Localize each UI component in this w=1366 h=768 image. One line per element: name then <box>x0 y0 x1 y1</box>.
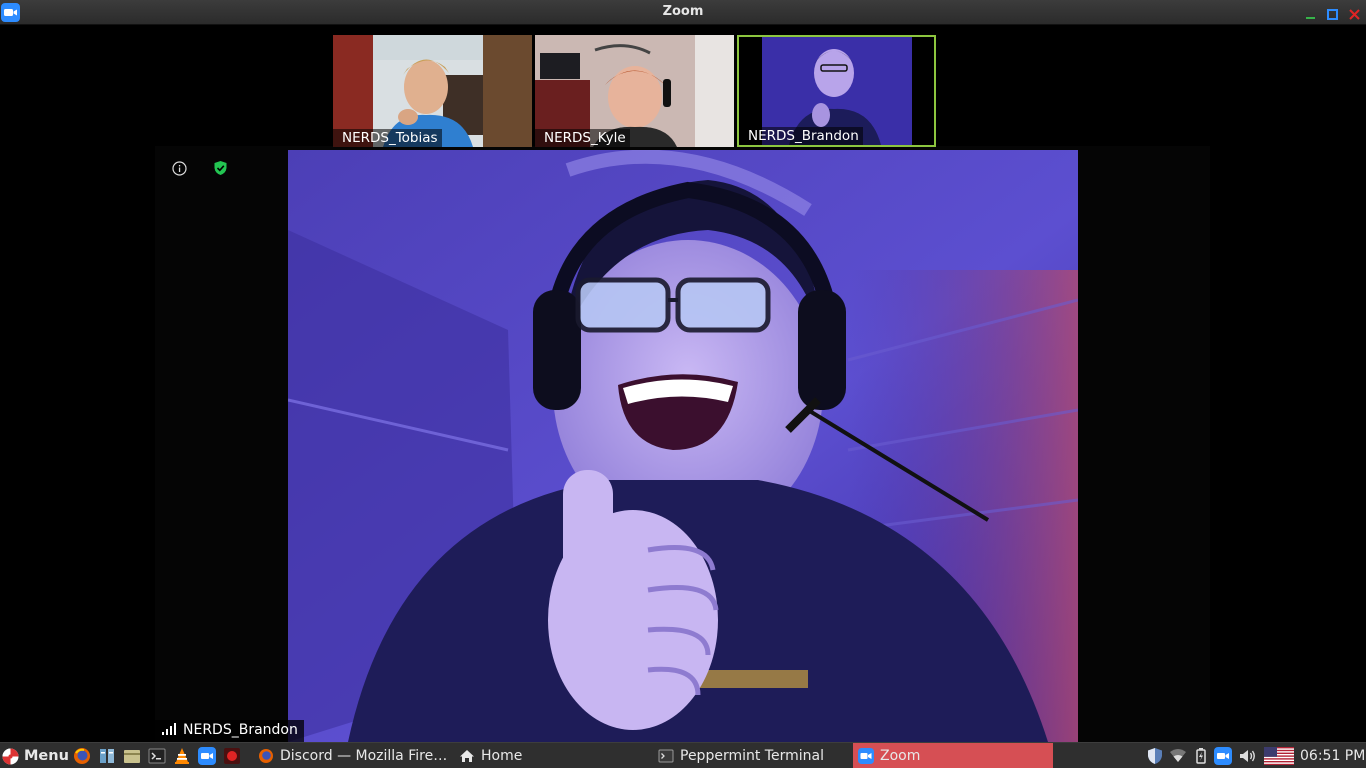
task-home[interactable]: Home <box>454 743 644 768</box>
meeting-stage: NERDS_Tobias NERDS_Kyle NERDS_Brandon NE… <box>0 26 1366 742</box>
terminal-icon[interactable] <box>148 747 166 765</box>
task-label: Peppermint Terminal <box>680 748 824 764</box>
info-icon[interactable] <box>172 161 187 176</box>
task-label: Discord — Mozilla Fire… <box>280 748 448 764</box>
close-button[interactable] <box>1348 6 1361 20</box>
menu-label: Menu <box>24 748 69 764</box>
participant-thumbnail-brandon[interactable]: NERDS_Brandon <box>737 35 936 147</box>
minimize-button[interactable] <box>1304 6 1317 19</box>
task-label: Home <box>481 748 523 764</box>
zoom-tray-icon[interactable] <box>1214 747 1232 765</box>
peppermint-logo-icon <box>2 748 19 764</box>
screen-recorder-icon[interactable] <box>223 747 241 765</box>
shield-icon[interactable] <box>1146 747 1164 765</box>
vlc-icon[interactable] <box>173 747 191 765</box>
terminal-icon <box>658 749 674 763</box>
task-peppermint-terminal[interactable]: Peppermint Terminal <box>653 743 849 768</box>
volume-icon[interactable] <box>1238 747 1256 765</box>
task-zoom[interactable]: Zoom <box>853 743 1053 768</box>
battery-icon[interactable] <box>1192 747 1210 765</box>
wifi-icon[interactable] <box>1169 747 1187 765</box>
task-label: Zoom <box>880 748 921 764</box>
signal-bars-icon <box>162 723 176 735</box>
participant-thumbnail-tobias[interactable]: NERDS_Tobias <box>333 35 532 147</box>
zoom-app: Zoom NERDS_Tobias NERDS_Kyle NERDS_Brand… <box>0 0 1366 768</box>
file-manager-icon[interactable] <box>98 747 116 765</box>
video-feed <box>288 150 1078 742</box>
maximize-button[interactable] <box>1326 6 1339 20</box>
active-speaker-label: NERDS_Brandon <box>155 720 304 742</box>
clock[interactable]: 06:51 PM <box>1300 748 1365 764</box>
participant-thumbnail-kyle[interactable]: NERDS_Kyle <box>535 35 734 147</box>
firefox-icon <box>259 749 273 763</box>
active-speaker-video <box>288 150 1078 742</box>
menu-button[interactable]: Menu <box>2 743 69 768</box>
participant-name: NERDS_Tobias <box>333 129 442 147</box>
files-icon[interactable] <box>123 747 141 765</box>
task-firefox-discord[interactable]: Discord — Mozilla Fire… <box>253 743 451 768</box>
taskbar: Menu Discord — Mozilla Fire… Home Pepper… <box>0 742 1366 768</box>
home-icon <box>460 750 474 762</box>
zoom-icon <box>858 748 874 764</box>
participant-name: NERDS_Kyle <box>535 129 630 147</box>
window-titlebar[interactable]: Zoom <box>0 0 1366 25</box>
zoom-icon[interactable] <box>198 747 216 765</box>
us-flag-icon[interactable] <box>1264 747 1294 765</box>
active-speaker-name: NERDS_Brandon <box>183 722 298 738</box>
participant-name: NERDS_Brandon <box>739 127 863 145</box>
window-title: Zoom <box>662 4 704 19</box>
shield-check-icon[interactable] <box>213 160 228 176</box>
firefox-icon[interactable] <box>73 747 91 765</box>
